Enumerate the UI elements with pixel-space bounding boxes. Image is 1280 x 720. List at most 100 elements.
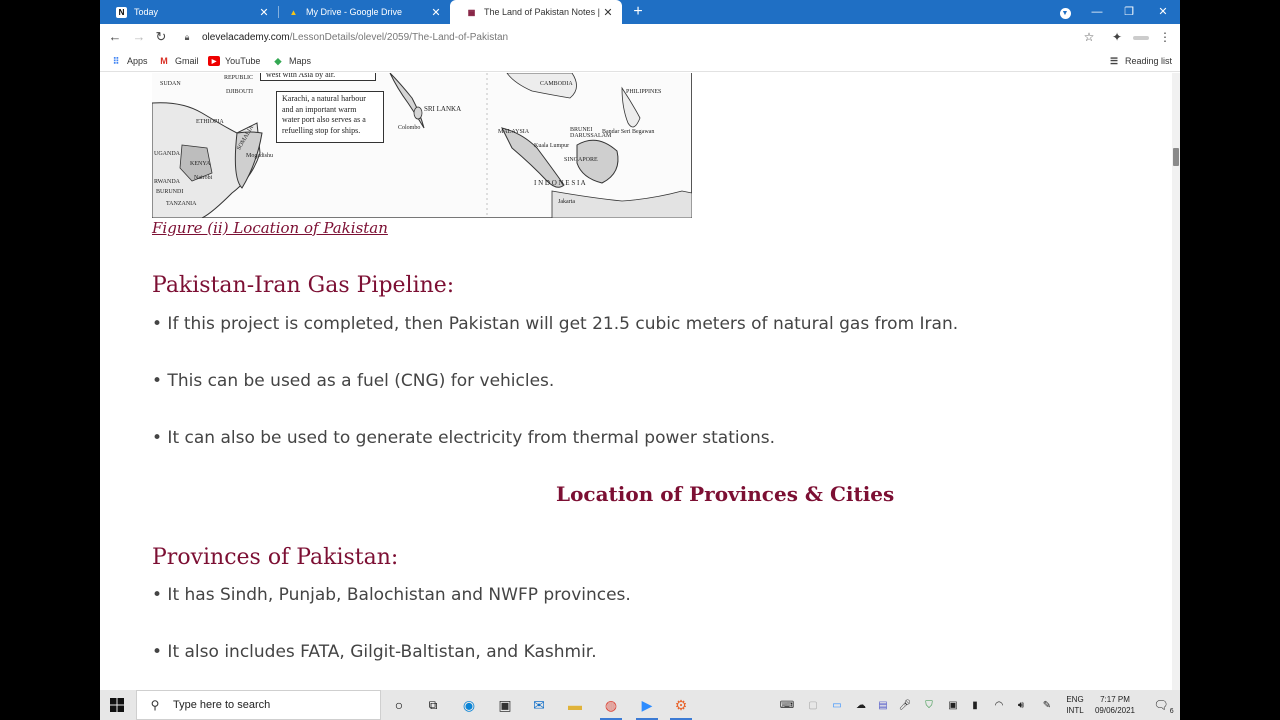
notification-center-icon[interactable]: 🗨︎ 6 [1148, 690, 1174, 720]
tray-zoom-icon[interactable]: ▭ [826, 690, 848, 720]
bullet-item: • It also includes FATA, Gilgit-Baltista… [152, 642, 597, 662]
address-bar[interactable]: 🔒︎ olevelacademy.com/LessonDetails/oleve… [180, 27, 1095, 47]
profile-icon[interactable] [1130, 24, 1152, 50]
tab-google-drive[interactable]: ▲ My Drive - Google Drive ✕ [272, 0, 450, 24]
chrome-browser-window: N Today ✕ ▲ My Drive - Google Drive ✕ ▦ … [100, 0, 1180, 690]
recording-app-icon[interactable]: ⚙ [664, 690, 698, 720]
back-arrow-icon[interactable]: ← [104, 24, 126, 50]
map-label: ETHIOPIA [196, 119, 224, 125]
microsoft-store-icon[interactable]: ▣ [488, 690, 522, 720]
close-tab-icon[interactable]: ✕ [428, 6, 444, 19]
restore-icon[interactable]: ❐ [1112, 0, 1146, 24]
bookmark-apps[interactable]: ⠿ Apps [110, 50, 148, 72]
windows-taskbar: ⚲ Type here to search ○ ⧉ ◉ ▣ ✉ ▬ ◍ ▶ ⚙ … [100, 690, 1180, 720]
bullet-item: • It can also be used to generate electr… [152, 428, 776, 448]
map-label: Bandar Seri Begawan [602, 129, 655, 135]
bookmark-label: Maps [289, 56, 312, 66]
tab-today[interactable]: N Today ✕ [100, 0, 278, 24]
cortana-icon[interactable]: ○ [382, 690, 416, 720]
tray-app-icon[interactable]: ▢ [802, 690, 824, 720]
bookmark-label: YouTube [225, 56, 261, 66]
tray-keyboard-icon[interactable]: ⌨ [776, 690, 798, 720]
pen-icon[interactable]: ✎ [1036, 690, 1058, 720]
page-scrollbar[interactable] [1172, 73, 1180, 690]
pakistan-location-map: SUDAN DJIBOUTI ETHIOPIA UGANDA KENYA Nai… [152, 73, 692, 218]
language-indicator[interactable]: ENG INTL [1062, 694, 1088, 716]
close-tab-icon[interactable]: ✕ [600, 6, 616, 19]
tab-land-of-pakistan[interactable]: ▦ The Land of Pakistan Notes | Pakistan … [450, 0, 622, 24]
notion-icon: N [116, 6, 127, 18]
tab-strip: N Today ✕ ▲ My Drive - Google Drive ✕ ▦ … [100, 0, 1180, 24]
forward-arrow-icon[interactable]: → [128, 24, 150, 50]
windows-logo-icon [110, 698, 124, 712]
map-label: UGANDA [154, 151, 180, 157]
map-label: SRI LANKA [424, 105, 462, 113]
onedrive-cloud-icon[interactable]: ☁ [850, 690, 872, 720]
map-label: Jakarta [558, 199, 575, 205]
windows-start-button[interactable] [100, 690, 134, 720]
map-label: Nairobi [194, 175, 213, 181]
new-tab-button[interactable]: + [628, 0, 648, 24]
wifi-icon[interactable]: ◠ [988, 690, 1010, 720]
heading-provinces: Provinces of Pakistan: [152, 545, 399, 570]
edge-browser-icon[interactable]: ◉ [452, 690, 486, 720]
mail-icon[interactable]: ✉ [522, 690, 556, 720]
bookmark-gmail[interactable]: M Gmail [158, 50, 198, 72]
system-clock[interactable]: 7:17 PM 09/06/2021 [1090, 694, 1140, 716]
lock-icon: 🔒︎ [184, 31, 190, 42]
microphone-icon[interactable]: 🎤︎ [894, 690, 916, 720]
bookmark-maps[interactable]: ◆ Maps [272, 50, 311, 72]
notification-count: 6 [1169, 708, 1174, 715]
map-label: I N D O N E S I A [534, 179, 586, 187]
map-callout-air: west with Asia by air. [260, 73, 376, 81]
bookmark-star-icon[interactable]: ☆ [1078, 24, 1100, 50]
security-shield-icon[interactable]: ⛉ [918, 690, 940, 720]
reading-list-button[interactable]: ☰ Reading list [1108, 50, 1172, 72]
map-label: Colombo [398, 125, 421, 131]
tab-title: My Drive - Google Drive [306, 7, 403, 17]
teams-icon[interactable]: ▤ [872, 690, 894, 720]
map-label: Kuala Lumpur [534, 143, 570, 149]
bookmark-label: Apps [127, 56, 148, 66]
close-tab-icon[interactable]: ✕ [256, 6, 272, 19]
reload-icon[interactable]: ↻ [150, 24, 172, 50]
file-explorer-icon[interactable]: ▬ [558, 690, 592, 720]
close-window-icon[interactable]: ✕ [1146, 0, 1180, 24]
display-icon[interactable]: ▣ [942, 690, 964, 720]
gmail-icon: M [160, 56, 168, 66]
bullet-item: • This can be used as a fuel (CNG) for v… [152, 371, 555, 391]
search-icon: ⚲ [150, 698, 160, 712]
browser-toolbar: ← → ↻ 🔒︎ olevelacademy.com/LessonDetails… [100, 24, 1180, 50]
olevel-academy-icon: ▦ [467, 7, 476, 17]
desktop-screen: N Today ✕ ▲ My Drive - Google Drive ✕ ▦ … [0, 0, 1280, 720]
search-placeholder: Type here to search [173, 699, 271, 711]
map-label: SUDAN [160, 81, 181, 87]
minimize-icon[interactable]: — [1080, 0, 1114, 24]
bookmark-youtube[interactable]: ▶ YouTube [208, 50, 260, 72]
scrollbar-thumb[interactable] [1173, 148, 1179, 166]
taskbar-search-box[interactable]: ⚲ Type here to search [136, 690, 381, 720]
map-label: RWANDA [154, 179, 181, 185]
url-host: olevelacademy.com [202, 31, 290, 43]
map-label: DJIBOUTI [226, 89, 253, 95]
bullet-item: • It has Sindh, Punjab, Balochistan and … [152, 585, 631, 605]
apps-grid-icon: ⠿ [112, 55, 120, 66]
clock-date: 09/06/2021 [1094, 706, 1136, 715]
keyboard-layout: INTL [1066, 706, 1084, 715]
menu-kebab-icon[interactable]: ⋮ [1154, 24, 1176, 50]
chrome-icon[interactable]: ◍ [594, 690, 628, 720]
task-view-icon[interactable]: ⧉ [416, 690, 450, 720]
battery-icon[interactable]: ▮ [964, 690, 986, 720]
reading-list-label: Reading list [1125, 56, 1173, 66]
url-path: /LessonDetails/olevel/2059/The-Land-of-P… [289, 31, 509, 43]
map-label: SINGAPORE [564, 157, 598, 163]
tab-title: The Land of Pakistan Notes | Pakistan [484, 7, 600, 17]
google-drive-icon: ▲ [289, 7, 298, 17]
extensions-puzzle-icon[interactable]: ✦ [1106, 24, 1128, 50]
zoom-icon[interactable]: ▶ [630, 690, 664, 720]
map-label: PHILIPPINES [626, 89, 662, 95]
tab-search-icon[interactable]: ▼ [1048, 0, 1082, 24]
figure-caption-link[interactable]: Figure (ii) Location of Pakistan [152, 219, 388, 237]
volume-icon[interactable]: 🔊︎ [1010, 690, 1032, 720]
bookmarks-bar: ⠿ Apps M Gmail ▶ YouTube ◆ Maps ☰ Readin… [100, 50, 1180, 72]
